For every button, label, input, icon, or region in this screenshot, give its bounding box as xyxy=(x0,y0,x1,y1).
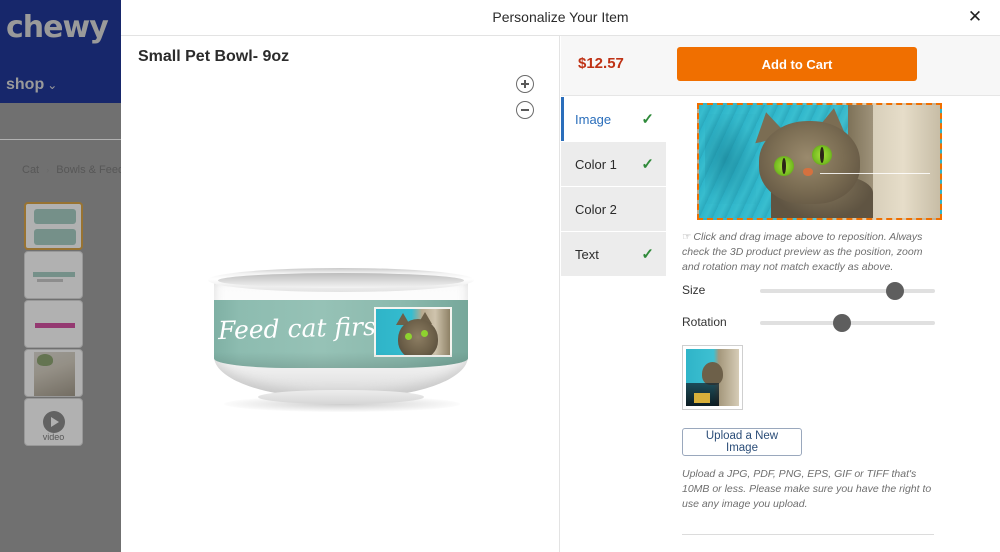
thumb-cat-icon xyxy=(701,361,724,386)
cat-whiskers xyxy=(819,172,931,175)
bowl-custom-photo xyxy=(374,307,452,357)
tab-color-1-label: Color 1 xyxy=(575,156,617,172)
size-slider-row: Size xyxy=(682,281,942,301)
zoom-controls xyxy=(516,75,534,127)
tab-text[interactable]: Text ✓ xyxy=(561,232,666,277)
bowl-cat-eye-left xyxy=(405,333,412,340)
rotation-slider-row: Rotation xyxy=(682,313,942,333)
tab-color-2[interactable]: Color 2 xyxy=(561,187,666,232)
shop-menu-label: shop xyxy=(6,76,45,93)
option-tabs: Image ✓ Color 1 ✓ Color 2 Text ✓ xyxy=(561,97,666,277)
personalize-modal: Personalize Your Item ✕ Small Pet Bowl- … xyxy=(121,0,1000,552)
bowl-cat-eye-right xyxy=(421,330,428,337)
product-preview-panel: Small Pet Bowl- 9oz Feed cat first xyxy=(121,36,560,552)
uploaded-image-thumbnail[interactable] xyxy=(682,345,743,410)
photo-door xyxy=(872,105,940,218)
product-price: $12.57 xyxy=(578,55,624,72)
bowl-base xyxy=(258,390,424,404)
size-slider[interactable] xyxy=(760,282,935,300)
thumb-highlight xyxy=(694,393,711,403)
shop-menu[interactable]: shop ⌄ xyxy=(6,76,57,94)
rotation-slider-handle[interactable] xyxy=(833,314,852,332)
cat-eye-left xyxy=(773,155,794,176)
add-to-cart-button[interactable]: Add to Cart xyxy=(677,47,917,81)
rotation-slider[interactable] xyxy=(760,314,935,332)
check-icon: ✓ xyxy=(641,111,654,128)
cat-nose xyxy=(802,168,813,177)
personalize-item-screen: chewy shop ⌄ Cat › Bowls & Feed video Pe… xyxy=(0,0,1000,552)
personalization-options-panel: $12.57 Add to Cart Image ✓ Color 1 ✓ Col… xyxy=(561,36,1000,552)
chevron-down-icon: ⌄ xyxy=(47,78,58,92)
reposition-hint: ☞ Click and drag image above to repositio… xyxy=(682,230,932,275)
zoom-in-icon[interactable] xyxy=(516,75,534,93)
check-icon: ✓ xyxy=(641,246,654,263)
upload-requirements-note: Upload a JPG, PDF, PNG, EPS, GIF or TIFF… xyxy=(682,468,932,510)
image-reposition-canvas[interactable] xyxy=(697,103,942,220)
page-title: Personalize Your Item xyxy=(492,9,629,25)
product-title: Small Pet Bowl- 9oz xyxy=(138,48,290,65)
rotation-slider-label: Rotation xyxy=(682,315,727,329)
bowl-cat-head xyxy=(398,319,438,355)
cat-eye-right xyxy=(812,144,833,165)
price-and-cart-bar: $12.57 Add to Cart xyxy=(561,36,1000,96)
site-navbar: chewy shop ⌄ xyxy=(0,0,121,103)
bowl-interior xyxy=(218,273,464,288)
tab-text-label: Text xyxy=(575,246,599,262)
size-slider-label: Size xyxy=(682,283,706,297)
pointer-hand-icon: ☞ xyxy=(682,231,692,243)
tab-color-2-label: Color 2 xyxy=(575,201,617,217)
chewy-logo[interactable]: chewy xyxy=(6,10,109,45)
section-divider xyxy=(682,534,934,535)
tab-color-1[interactable]: Color 1 ✓ xyxy=(561,142,666,187)
modal-header: Personalize Your Item ✕ xyxy=(121,0,1000,35)
bowl-3d-preview[interactable]: Feed cat first xyxy=(196,250,486,440)
background-site: chewy shop ⌄ Cat › Bowls & Feed video xyxy=(0,0,121,552)
image-tab-content: ☞ Click and drag image above to repositio… xyxy=(667,97,1000,552)
close-icon[interactable]: ✕ xyxy=(966,8,984,26)
tab-image-label: Image xyxy=(575,111,612,127)
tab-image[interactable]: Image ✓ xyxy=(561,97,666,142)
reposition-hint-text: Click and drag image above to reposition… xyxy=(682,231,923,273)
uploaded-image-preview xyxy=(686,349,739,406)
zoom-out-icon[interactable] xyxy=(516,101,534,119)
size-slider-handle[interactable] xyxy=(885,282,904,300)
bowl-custom-text: Feed cat first xyxy=(217,311,387,346)
bowl-design-band: Feed cat first xyxy=(214,300,468,368)
check-icon: ✓ xyxy=(641,156,654,173)
modal-backdrop-scrim[interactable] xyxy=(0,103,121,552)
upload-new-image-button[interactable]: Upload a New Image xyxy=(682,428,802,456)
